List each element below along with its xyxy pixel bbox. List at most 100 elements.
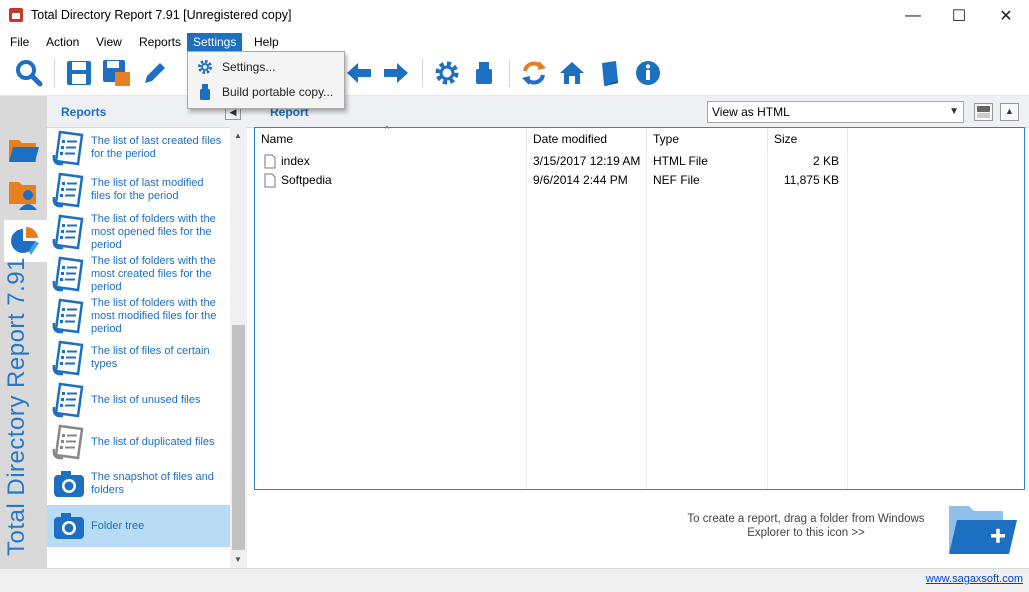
report-item[interactable]: The list of last modified files for the …: [47, 169, 230, 211]
menu-item-build-portable-copy[interactable]: Build portable copy...: [188, 80, 344, 104]
table-row[interactable]: index 3/15/2017 12:19 AM HTML File 2 KB: [255, 152, 1024, 171]
report-item-label: The list of last modified files for the …: [91, 177, 204, 202]
report-item[interactable]: The list of folders with the most create…: [47, 253, 230, 295]
table-row[interactable]: Softpedia 9/6/2014 2:44 PM NEF File 11,8…: [255, 171, 1024, 190]
report-list-icon: [52, 382, 84, 418]
forward-arrow-icon[interactable]: [380, 57, 412, 89]
minimize-button[interactable]: —: [890, 0, 936, 31]
refresh-icon[interactable]: [518, 57, 550, 89]
report-item-label: The list of last created files for the p…: [91, 135, 222, 160]
column-header-name[interactable]: Name: [255, 128, 527, 150]
window-title: Total Directory Report 7.91 [Unregistere…: [31, 8, 292, 22]
report-item[interactable]: The list of last created files for the p…: [47, 127, 230, 169]
report-list-icon: [52, 256, 84, 292]
menu-help[interactable]: Help: [248, 33, 285, 51]
cell-date: 3/15/2017 12:19 AM: [533, 154, 641, 168]
report-list-icon: [52, 298, 84, 334]
usb-drive-icon: [200, 84, 210, 100]
menu-item-label: Build portable copy...: [222, 85, 334, 99]
home-icon[interactable]: [556, 57, 588, 89]
report-header: Report View as HTML ▼ ▲: [247, 96, 1029, 128]
menu-bar: File Action View Reports Settings Help: [0, 31, 1029, 51]
close-button[interactable]: ✕: [983, 0, 1029, 31]
toolbar-separator: [509, 59, 510, 87]
menu-action[interactable]: Action: [40, 33, 85, 51]
collapse-up-icon[interactable]: ▲: [1000, 103, 1019, 121]
report-list-icon: [52, 214, 84, 250]
menu-settings[interactable]: Settings: [187, 33, 243, 51]
cell-name: Softpedia: [281, 173, 332, 187]
chart-report-icon: [11, 226, 39, 255]
file-icon: [264, 173, 276, 188]
report-item[interactable]: The list of files of certain types: [47, 337, 230, 379]
report-item[interactable]: The list of unused files: [47, 379, 230, 421]
cell-size: 11,875 KB: [783, 173, 839, 187]
column-header-size[interactable]: Size: [768, 128, 848, 150]
status-bar: www.sagaxsoft.com: [0, 568, 1029, 592]
column-header-date-modified[interactable]: Date modified: [527, 128, 647, 150]
report-list-gray-icon: [52, 424, 84, 460]
menu-reports[interactable]: Reports: [133, 33, 187, 51]
toolbar-separator: [422, 59, 423, 87]
report-list-icon: [52, 172, 84, 208]
back-arrow-icon[interactable]: [343, 57, 375, 89]
book-icon[interactable]: [594, 57, 626, 89]
report-item-label: The list of unused files: [91, 393, 201, 406]
scroll-up-icon[interactable]: ▲: [234, 131, 242, 140]
report-item[interactable]: The list of duplicated files: [47, 421, 230, 463]
reports-panel: Reports ◀ The list of last created files…: [47, 96, 248, 568]
save-as-icon[interactable]: [100, 57, 132, 89]
cell-name: index: [281, 154, 310, 168]
report-item-label: The list of duplicated files: [91, 435, 215, 448]
report-item[interactable]: Folder tree: [47, 505, 230, 547]
cell-size: 2 KB: [812, 154, 839, 168]
report-item[interactable]: The snapshot of files and folders: [47, 463, 230, 505]
folder-user-icon[interactable]: [8, 178, 40, 210]
scroll-down-icon[interactable]: ▼: [234, 555, 242, 564]
gear-icon[interactable]: [431, 57, 463, 89]
reports-scrollbar[interactable]: ▲ ▼: [230, 127, 247, 568]
report-list-icon: [52, 130, 84, 166]
cell-date: 9/6/2014 2:44 PM: [533, 173, 628, 187]
usb-drive-icon[interactable]: [468, 57, 500, 89]
app-icon: [9, 8, 23, 22]
camera-icon: [54, 471, 84, 497]
menu-file[interactable]: File: [4, 33, 35, 51]
tab-reports[interactable]: [4, 220, 47, 262]
menu-view[interactable]: View: [90, 33, 128, 51]
file-list: ^ Name Date modified Type Size index 3/1…: [254, 124, 1025, 490]
report-item[interactable]: The list of folders with the most modifi…: [47, 295, 230, 337]
column-header-type[interactable]: Type: [647, 128, 768, 150]
scroll-thumb[interactable]: [232, 325, 245, 550]
report-item[interactable]: The list of folders with the most opened…: [47, 211, 230, 253]
report-item-label: The list of folders with the most modifi…: [91, 296, 217, 335]
file-icon: [264, 154, 276, 169]
report-area: Report View as HTML ▼ ▲ ^ Name Date modi…: [247, 96, 1029, 568]
report-item-label: The list of folders with the most opened…: [91, 212, 216, 251]
drag-hint-text: To create a report, drag a folder from W…: [687, 513, 925, 539]
edit-icon[interactable]: [139, 57, 171, 89]
reports-title: Reports: [61, 105, 107, 119]
report-item-label: The list of files of certain types: [91, 345, 210, 370]
maximize-button[interactable]: ☐: [936, 0, 982, 31]
layout-toggle-icon[interactable]: [974, 103, 993, 121]
info-icon[interactable]: [632, 57, 664, 89]
menu-item-settings[interactable]: Settings...: [188, 55, 344, 79]
view-mode-value: View as HTML: [712, 105, 790, 119]
save-icon[interactable]: [63, 57, 95, 89]
title-bar: Total Directory Report 7.91 [Unregistere…: [0, 0, 1029, 31]
chevron-down-icon: ▼: [949, 106, 959, 117]
folder-icon[interactable]: [8, 136, 40, 164]
toolbar: [0, 51, 1029, 96]
search-icon[interactable]: [13, 57, 45, 89]
folder-add-icon[interactable]: [947, 500, 1019, 558]
report-list-icon: [52, 340, 84, 376]
website-link[interactable]: www.sagaxsoft.com: [926, 573, 1023, 585]
view-mode-select[interactable]: View as HTML ▼: [707, 101, 964, 123]
cell-type: HTML File: [653, 154, 708, 168]
menu-item-label: Settings...: [222, 60, 276, 74]
gear-icon: [198, 60, 212, 74]
toolbar-separator: [54, 59, 55, 87]
report-item-label: The list of folders with the most create…: [91, 254, 216, 293]
vertical-app-title: Total Directory Report 7.91: [3, 257, 30, 556]
